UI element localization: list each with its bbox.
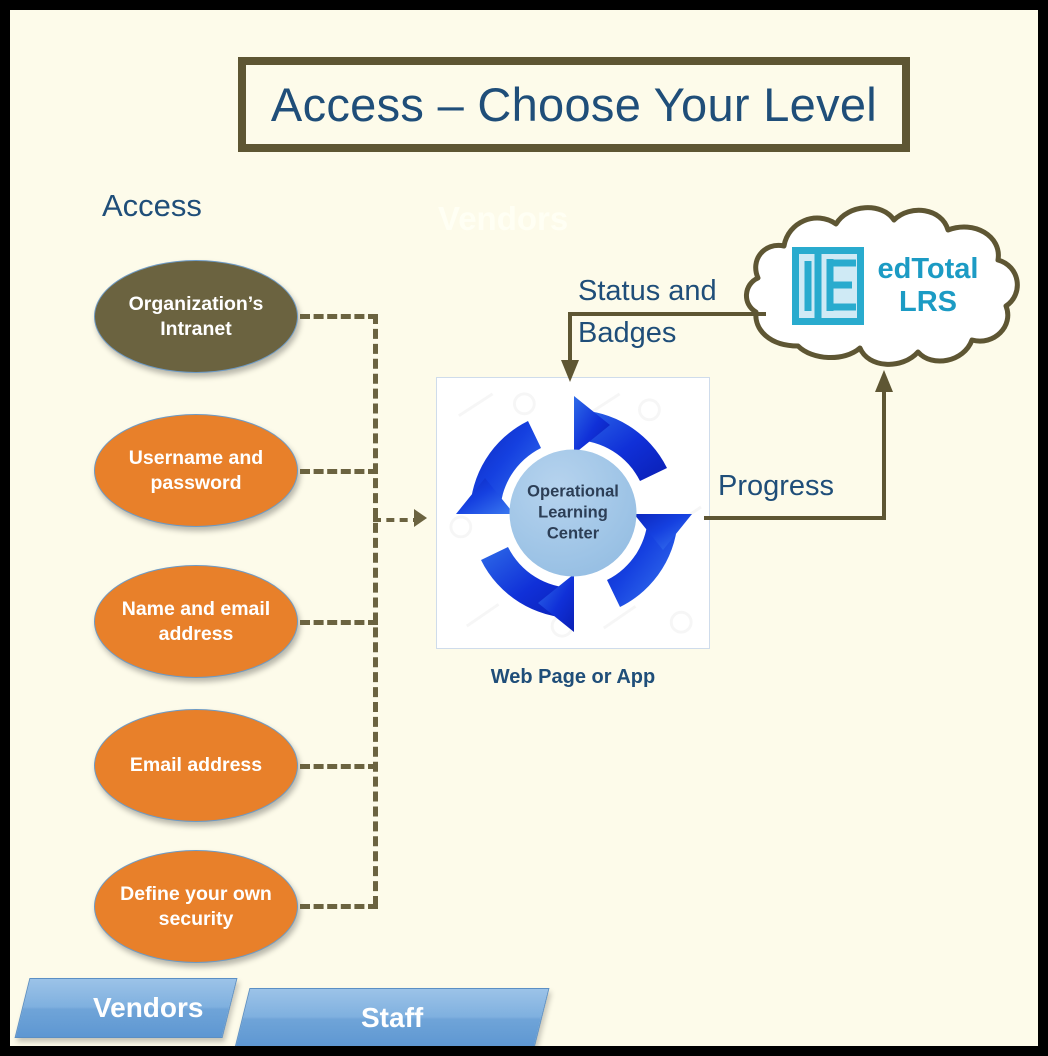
status-badges-label-line-1: Status and bbox=[578, 275, 717, 307]
vendors-ghost-label: Vendors bbox=[438, 200, 569, 237]
progress-label: Progress bbox=[718, 470, 835, 502]
access-level-organizations-intranet[interactable]: Organization’s Intranet bbox=[94, 260, 298, 373]
connector-dash-5 bbox=[300, 904, 378, 909]
operational-learning-center-label: Operational Learning Center bbox=[509, 449, 637, 577]
web-page-or-app-caption: Web Page or App bbox=[490, 666, 656, 688]
connector-dash-4 bbox=[300, 764, 378, 769]
page-title: Access – Choose Your Level bbox=[270, 78, 878, 131]
slide-title-frame: Access – Choose Your Level bbox=[238, 57, 910, 152]
banner-staff-label: Staff bbox=[360, 1002, 424, 1033]
edtotal-lrs-logo-icon bbox=[791, 247, 864, 325]
olc-line-2: Learning bbox=[538, 503, 608, 522]
status-badges-label-line-2: Badges bbox=[578, 317, 677, 349]
access-level-email-address[interactable]: Email address bbox=[94, 709, 298, 822]
connector-arrow-head-icon bbox=[414, 509, 427, 527]
banner-vendors-label: Vendors bbox=[92, 992, 203, 1023]
access-level-define-your-own-security[interactable]: Define your own security bbox=[94, 850, 298, 963]
access-level-name-and-email-address[interactable]: Name and email address bbox=[94, 565, 298, 678]
access-level-username-and-password[interactable]: Username and password bbox=[94, 414, 298, 527]
connector-dash-2 bbox=[300, 469, 378, 474]
banner-vendors[interactable]: Vendors bbox=[14, 978, 238, 1038]
slide-canvas: Access – Choose Your Level Access Vendor… bbox=[10, 10, 1038, 1046]
edtotal-lrs-cloud[interactable]: edTotal LRS bbox=[736, 200, 1030, 372]
banner-staff[interactable]: Staff bbox=[234, 988, 550, 1046]
connector-dash-1 bbox=[300, 314, 378, 319]
olc-line-1: Operational bbox=[527, 482, 619, 501]
cloud-title-line-1: edTotal bbox=[877, 252, 979, 285]
connector-dash-3 bbox=[300, 620, 378, 625]
cloud-contents: edTotal LRS bbox=[736, 200, 1030, 372]
connector-trunk-line bbox=[373, 314, 378, 906]
progress-arrow bbox=[704, 370, 893, 520]
cloud-title-line-2: LRS bbox=[899, 286, 957, 318]
web-page-or-app-box: Operational Learning Center bbox=[436, 377, 710, 649]
edtotal-lrs-title: edTotal LRS bbox=[878, 253, 979, 320]
olc-line-3: Center bbox=[546, 524, 600, 543]
access-column-label: Access bbox=[102, 188, 202, 223]
